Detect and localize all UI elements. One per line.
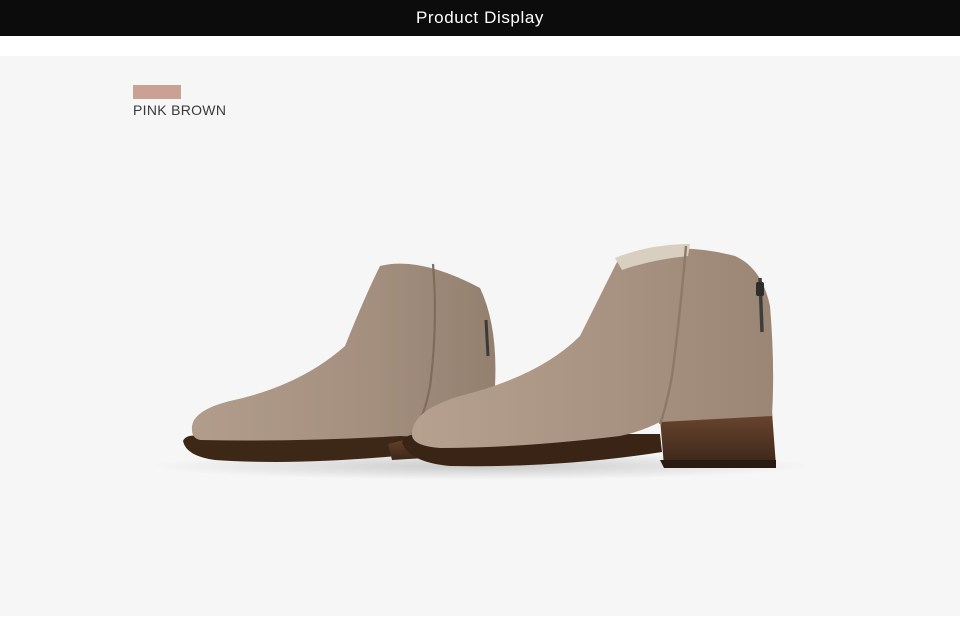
ankle-boots-image	[150, 244, 810, 480]
header-bar: Product Display	[0, 0, 960, 36]
page-title: Product Display	[415, 8, 545, 27]
color-option: PINK BROWN	[133, 85, 226, 118]
color-label: PINK BROWN	[133, 102, 227, 118]
color-swatch	[133, 85, 181, 99]
